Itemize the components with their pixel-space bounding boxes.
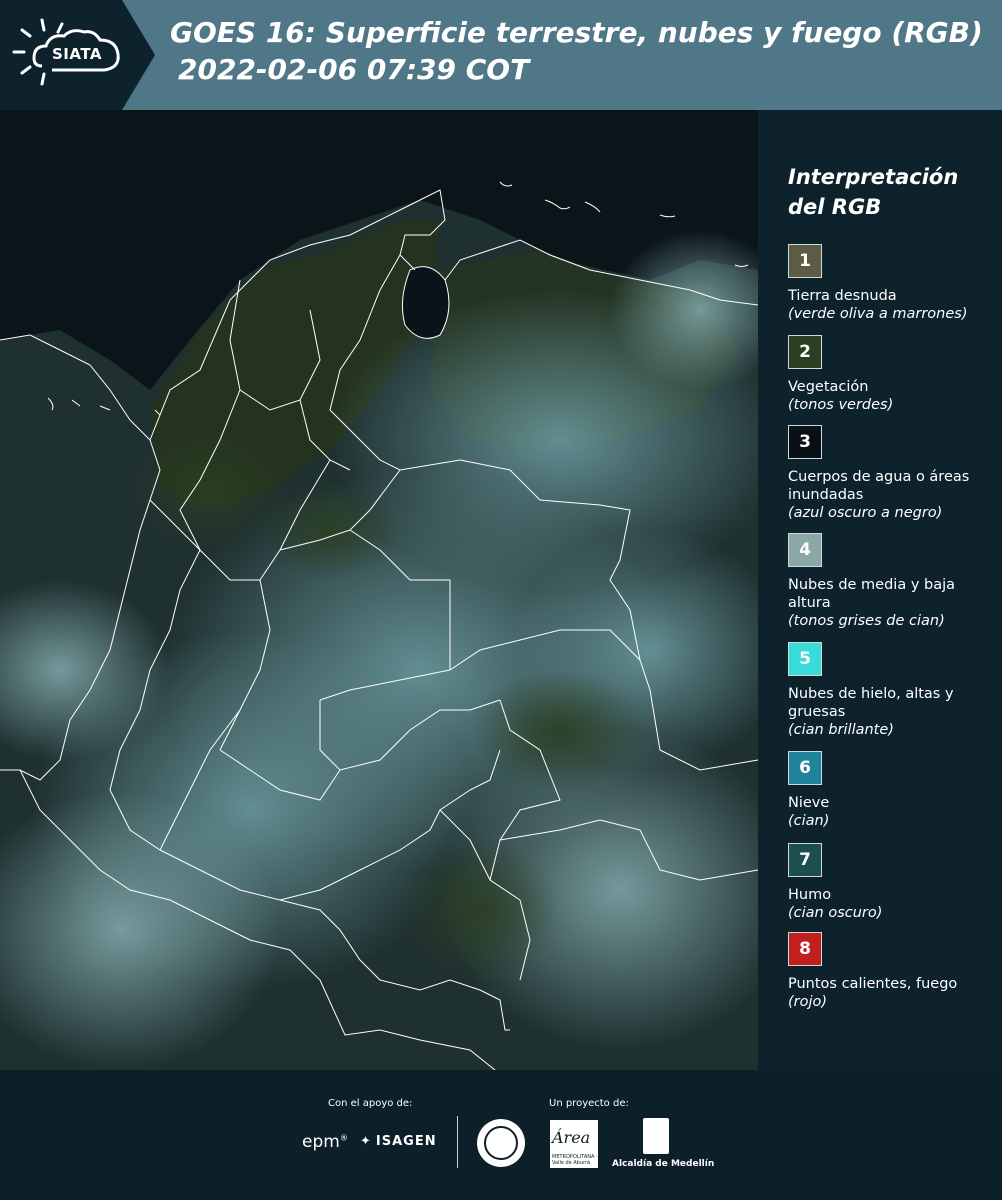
legend-item-low-clouds: 4 Nubes de media y baja altura (tonos gr… bbox=[788, 533, 998, 630]
legend-item-water: 3 Cuerpos de agua o áreas inundadas (azu… bbox=[788, 425, 998, 522]
legend-item-ice-clouds: 5 Nubes de hielo, altas y gruesas (cian … bbox=[788, 642, 998, 739]
legend-swatch: 1 bbox=[788, 244, 822, 278]
legend-desc: (azul oscuro a negro) bbox=[788, 505, 943, 521]
epm-logo-text: epm bbox=[302, 1132, 340, 1152]
legend-swatch: 7 bbox=[788, 843, 822, 877]
title-line-1: GOES 16: Superficie terrestre, nubes y f… bbox=[170, 16, 983, 49]
legend-item-snow: 6 Nieve (cian) bbox=[788, 751, 998, 830]
satellite-map bbox=[0, 110, 758, 1070]
page-title: GOES 16: Superficie terrestre, nubes y f… bbox=[170, 14, 1000, 88]
isagen-logo-text: ISAGEN bbox=[375, 1134, 437, 1149]
legend-panel: Interpretación del RGB 1 Tierra desnuda … bbox=[758, 110, 1002, 1070]
amva-logo: Área METROPOLITANA · Valle de Aburrá bbox=[550, 1120, 598, 1168]
legend-desc: (cian brillante) bbox=[788, 722, 894, 738]
legend-title: Interpretación del RGB bbox=[788, 165, 959, 219]
alcaldia-shield-icon bbox=[643, 1118, 669, 1154]
logo-text: SIATA bbox=[52, 45, 103, 63]
legend-desc: (tonos grises de cian) bbox=[788, 613, 945, 629]
amva-logo-sub: METROPOLITANA · Valle de Aburrá bbox=[552, 1154, 598, 1166]
project-label: Un proyecto de: bbox=[549, 1098, 629, 1109]
legend-swatch: 5 bbox=[788, 642, 822, 676]
header-bar: SIATA GOES 16: Superficie terrestre, nub… bbox=[0, 0, 1002, 110]
legend-label: Nubes de media y baja altura bbox=[788, 577, 956, 611]
legend-swatch: 6 bbox=[788, 751, 822, 785]
alcaldia-logo-text: Alcaldía de Medellín bbox=[612, 1159, 715, 1169]
legend-swatch: 2 bbox=[788, 335, 822, 369]
legend-item-bare-soil: 1 Tierra desnuda (verde oliva a marrones… bbox=[788, 244, 998, 323]
legend-label: Puntos calientes, fuego bbox=[788, 976, 958, 992]
legend-label: Nieve bbox=[788, 795, 830, 811]
siata-logo: SIATA bbox=[0, 0, 155, 110]
legend-desc: (tonos verdes) bbox=[788, 397, 894, 413]
legend-label: Cuerpos de agua o áreas inundadas bbox=[788, 469, 970, 503]
epm-logo: epm® bbox=[302, 1132, 348, 1152]
footer-bar: Con el apoyo de: Un proyecto de: epm® ✦ … bbox=[0, 1070, 1002, 1200]
legend-swatch: 4 bbox=[788, 533, 822, 567]
legend-swatch: 8 bbox=[788, 932, 822, 966]
legend-label: Tierra desnuda bbox=[788, 288, 897, 304]
legend-desc: (cian) bbox=[788, 813, 830, 829]
medellin-seal-icon bbox=[477, 1119, 525, 1167]
legend-label: Humo bbox=[788, 887, 832, 903]
legend-label: Vegetación bbox=[788, 379, 869, 395]
title-line-2: 2022-02-06 07:39 COT bbox=[178, 53, 530, 86]
footer-divider bbox=[457, 1116, 458, 1168]
legend-desc: (cian oscuro) bbox=[788, 905, 883, 921]
satellite-image bbox=[0, 110, 758, 1070]
legend-desc: (verde oliva a marrones) bbox=[788, 306, 968, 322]
legend-swatch: 3 bbox=[788, 425, 822, 459]
legend-item-fire: 8 Puntos calientes, fuego (rojo) bbox=[788, 932, 998, 1011]
legend-item-smoke: 7 Humo (cian oscuro) bbox=[788, 843, 998, 922]
support-label: Con el apoyo de: bbox=[328, 1098, 413, 1109]
legend-label: Nubes de hielo, altas y gruesas bbox=[788, 686, 954, 720]
legend-item-vegetation: 2 Vegetación (tonos verdes) bbox=[788, 335, 998, 414]
legend-desc: (rojo) bbox=[788, 994, 828, 1010]
isagen-logo: ✦ ISAGEN bbox=[360, 1134, 437, 1149]
amva-logo-text: Área bbox=[552, 1128, 591, 1147]
isagen-star-icon: ✦ bbox=[360, 1134, 372, 1149]
